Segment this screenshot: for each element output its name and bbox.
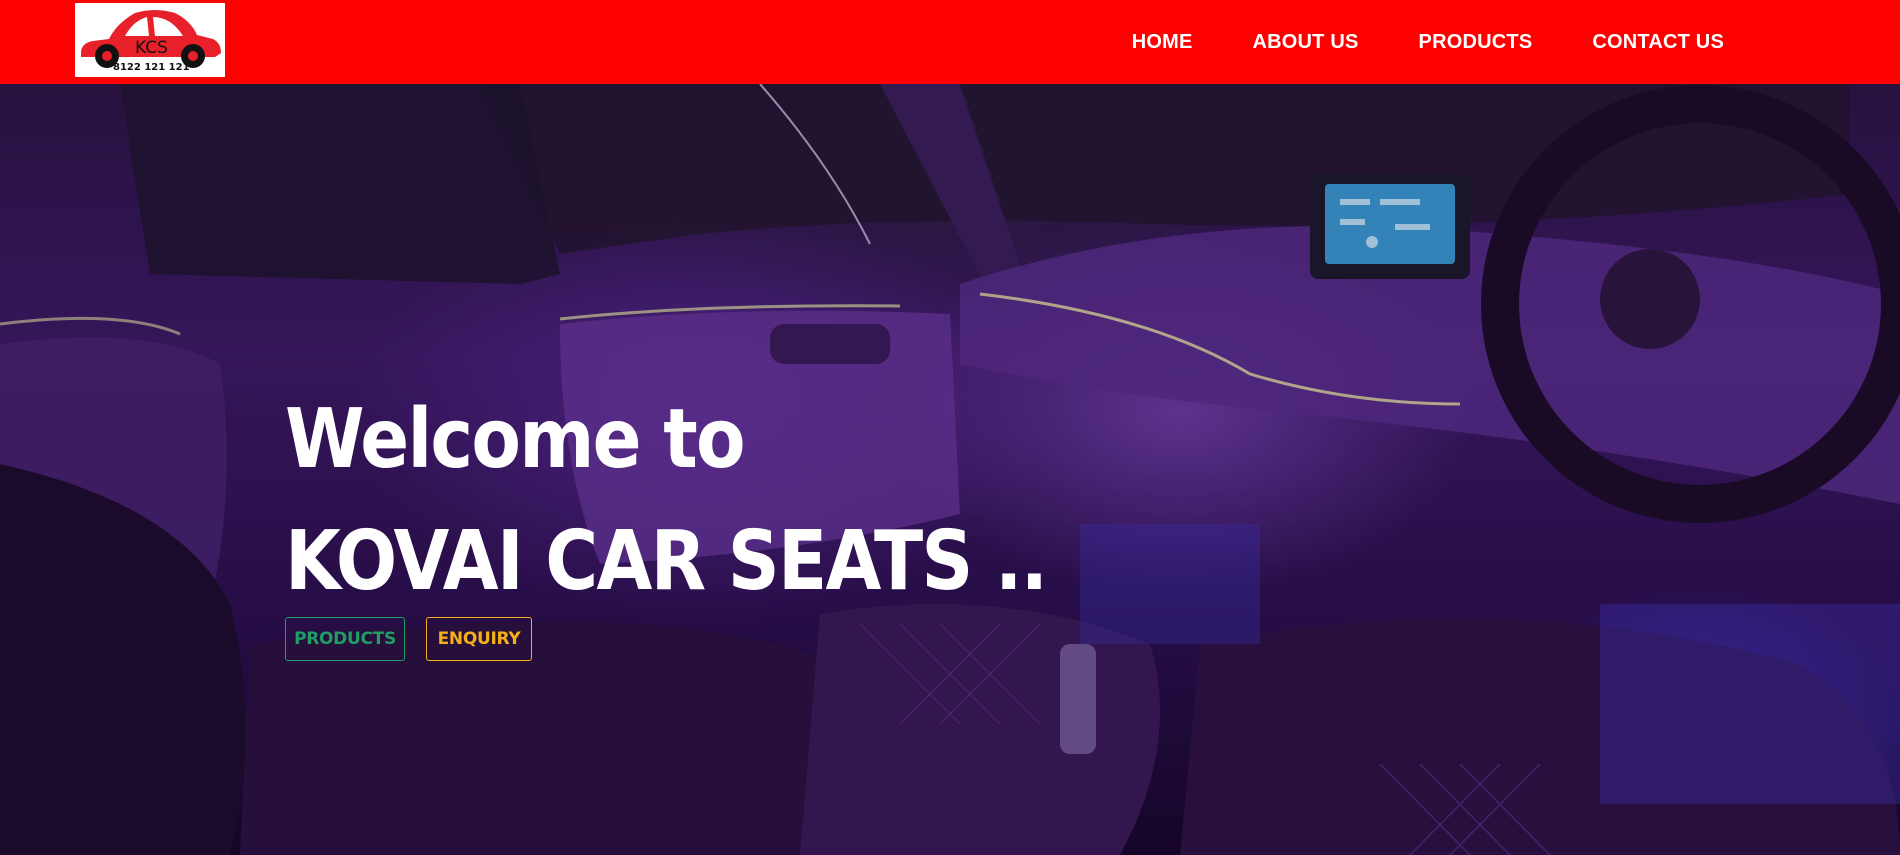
- enquiry-button[interactable]: ENQUIRY: [426, 617, 532, 661]
- products-button[interactable]: PRODUCTS: [285, 617, 405, 661]
- nav-contact-us[interactable]: CONTACT US: [1592, 31, 1724, 54]
- hero-title-line1: Welcome to: [285, 392, 746, 487]
- hero-section: Welcome to KOVAI CAR SEATS .. PRODUCTS E…: [0, 84, 1900, 855]
- nav-about-us[interactable]: ABOUT US: [1253, 31, 1359, 54]
- logo-phone: 8122 121 121: [113, 62, 190, 73]
- hero-heading: Welcome to KOVAI CAR SEATS ..: [285, 379, 1150, 623]
- main-nav: HOME ABOUT US PRODUCTS CONTACT US: [1072, 0, 1724, 84]
- hero-buttons: PRODUCTS ENQUIRY: [285, 617, 532, 661]
- logo[interactable]: KCS 8122 121 121: [75, 3, 225, 77]
- hero-title-line2: KOVAI CAR SEATS ..: [285, 514, 1048, 609]
- navbar: KCS 8122 121 121 HOME ABOUT US PRODUCTS …: [0, 0, 1900, 84]
- nav-products[interactable]: PRODUCTS: [1419, 31, 1533, 54]
- logo-text: KCS: [135, 38, 168, 58]
- nav-home[interactable]: HOME: [1132, 31, 1193, 54]
- car-logo-icon: KCS 8122 121 121: [81, 10, 221, 73]
